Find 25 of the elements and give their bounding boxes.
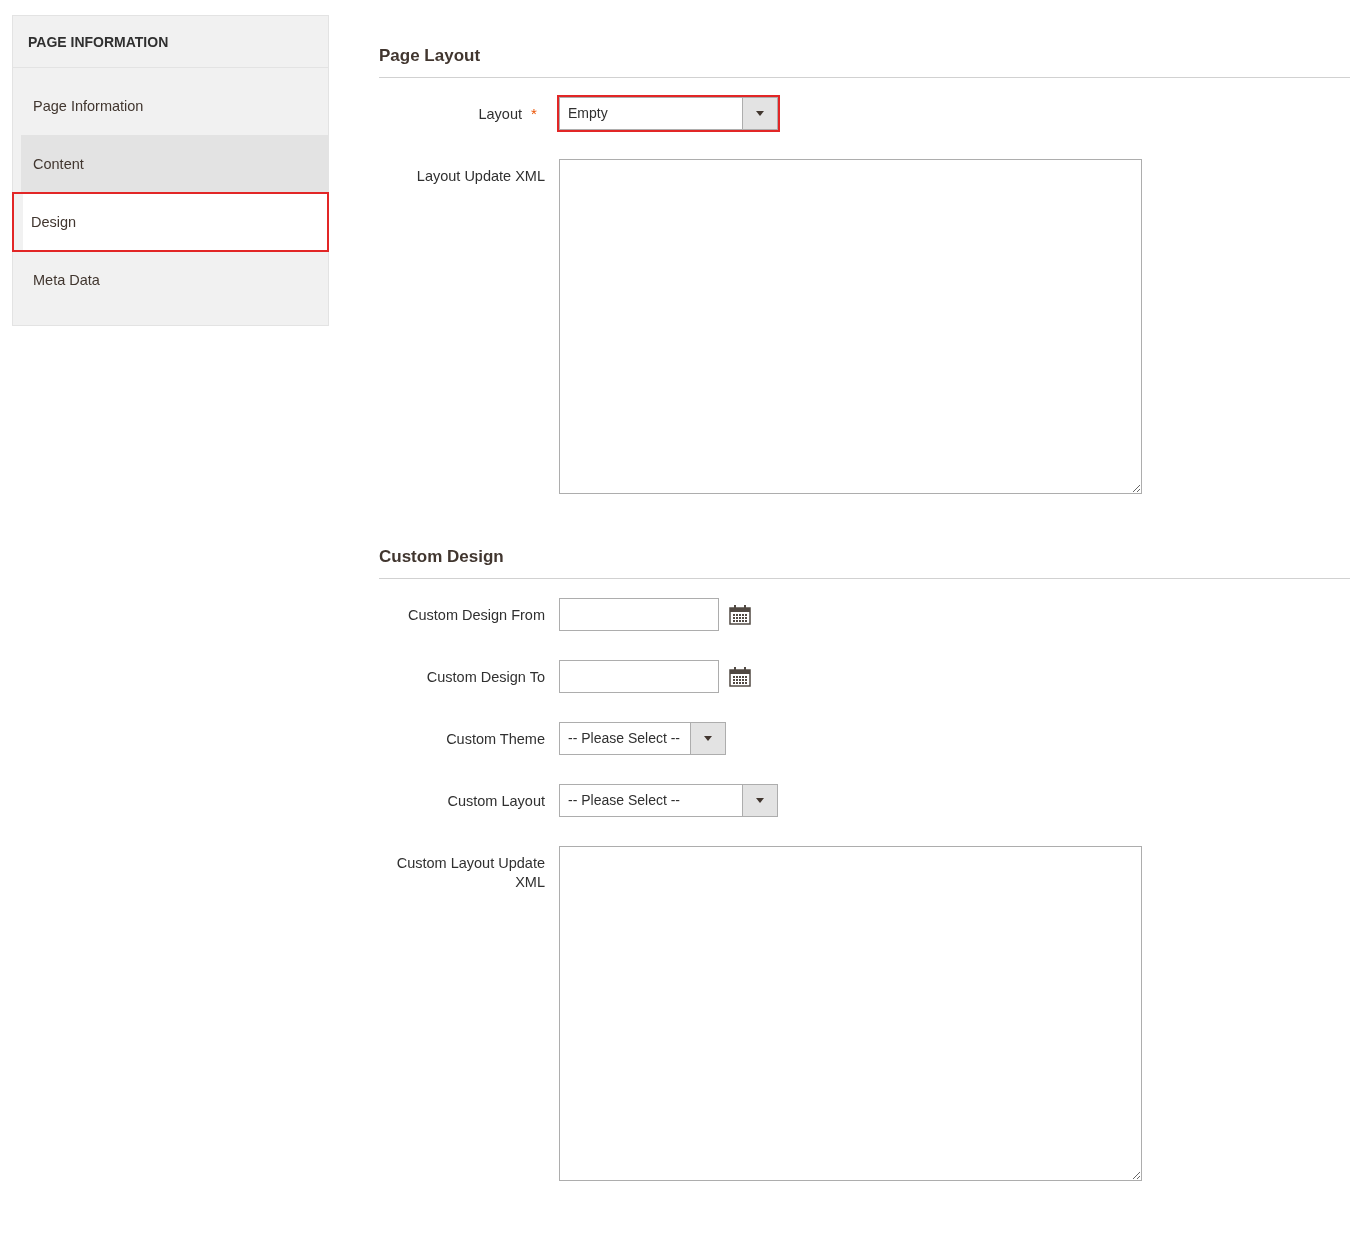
- date-input-field[interactable]: [559, 660, 719, 693]
- caret-icon: [704, 736, 712, 741]
- section-title: Page Layout: [379, 46, 1350, 78]
- caret-icon: [756, 798, 764, 803]
- required-mark: *: [531, 105, 538, 124]
- calendar-icon[interactable]: [729, 666, 751, 687]
- field-label: Layout: [478, 105, 522, 124]
- field-label: Layout Update XML: [416, 167, 545, 186]
- sidebar-tab[interactable]: Page Information: [21, 77, 328, 135]
- caret-icon: [756, 111, 764, 116]
- sidebar-tab[interactable]: Design: [13, 193, 328, 251]
- section-title: Custom Design: [379, 547, 1350, 579]
- sidebar-tab[interactable]: Meta Data: [21, 251, 328, 309]
- dropdown-select[interactable]: -- Please Select --: [559, 722, 726, 755]
- field-label: Custom Design To: [426, 668, 545, 687]
- field-label: Custom Design From: [408, 606, 545, 625]
- dropdown-select[interactable]: Empty: [559, 97, 778, 130]
- calendar-icon[interactable]: [729, 604, 751, 625]
- dropdown-select[interactable]: -- Please Select --: [559, 784, 778, 817]
- sidebar-tab[interactable]: Content: [21, 135, 328, 193]
- date-input-field[interactable]: [559, 598, 719, 631]
- field-label: Custom Layout Update XML: [395, 854, 545, 892]
- sidebar-title: PAGE INFORMATION: [13, 16, 328, 68]
- field-label: Custom Layout: [447, 792, 545, 811]
- field-label: Custom Theme: [446, 730, 545, 749]
